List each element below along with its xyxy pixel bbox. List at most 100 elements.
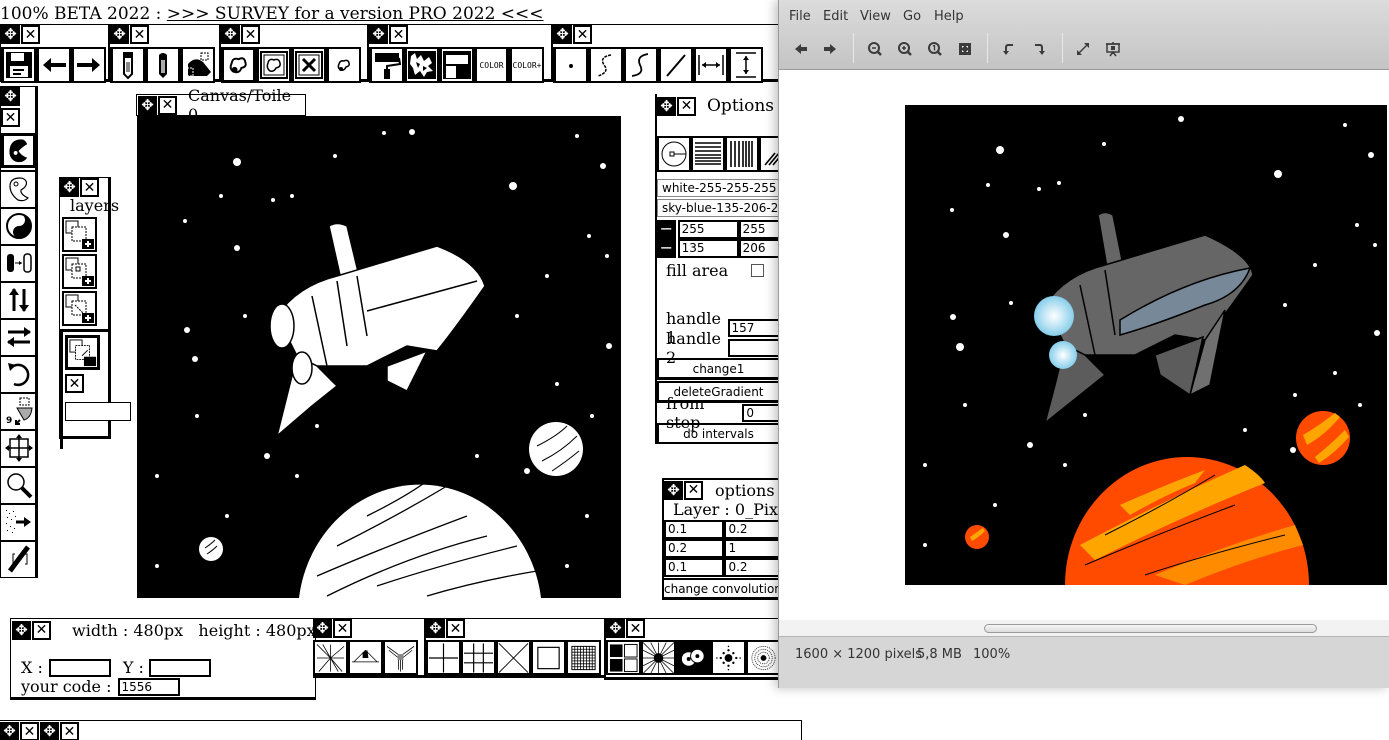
selection-tool-button[interactable] (180, 47, 215, 83)
move-handle-icon[interactable]: ✥ (553, 25, 572, 44)
slideshow-button[interactable] (1102, 38, 1124, 60)
rotate-left-button[interactable] (998, 38, 1020, 60)
close-icon[interactable]: ✕ (626, 619, 645, 638)
menu-edit[interactable]: Edit (823, 9, 848, 24)
handle2-input[interactable] (727, 339, 780, 357)
color-button[interactable]: COLOR (474, 47, 509, 83)
redo-button[interactable] (71, 47, 106, 83)
color2-field[interactable]: sky-blue-135-206-235 (657, 199, 780, 217)
close-icon[interactable]: ✕ (389, 25, 408, 44)
perspective-button[interactable] (348, 640, 383, 675)
checker-squares-button[interactable] (606, 640, 641, 675)
diagonal-lines-button[interactable] (759, 136, 780, 172)
close-icon[interactable]: ✕ (130, 25, 149, 44)
vertical-lines-button[interactable] (725, 136, 759, 172)
move-handle-icon[interactable]: ✥ (369, 25, 388, 44)
rotate-right-button[interactable] (1029, 38, 1051, 60)
color1-r-input[interactable]: 255 (677, 220, 739, 239)
starburst-button[interactable] (641, 640, 676, 675)
circles-dots-button[interactable] (676, 640, 711, 675)
color1-field[interactable]: white-255-255-255 (657, 179, 780, 197)
remove-color1-button[interactable]: − (657, 220, 676, 239)
close-icon[interactable]: ✕ (21, 25, 40, 44)
bucket-fill-button[interactable]: 9 (1, 392, 36, 427)
survey-link[interactable]: >>> SURVEY for a version PRO 2022 <<< (167, 4, 544, 24)
scrollbar-thumb[interactable] (984, 624, 1317, 633)
fill-roller-button[interactable] (439, 47, 474, 83)
horizontal-lines-button[interactable] (691, 136, 725, 172)
dot-pattern-button[interactable] (711, 640, 746, 675)
shape-blob-delete-button[interactable] (291, 47, 326, 83)
zoom-out-button[interactable] (864, 38, 886, 60)
color2-g-input[interactable]: 206 (738, 239, 780, 258)
save-button[interactable] (1, 47, 36, 83)
move-handle-icon[interactable]: ✥ (664, 480, 683, 500)
color-plus-button[interactable]: COLOR+ (509, 47, 544, 83)
kernel-cell[interactable]: 0.2 (724, 520, 782, 539)
color1-g-input[interactable]: 255 (738, 220, 780, 239)
kernel-cell[interactable]: 0.2 (724, 558, 782, 577)
move-handle-icon[interactable]: ✥ (426, 619, 445, 638)
rotate-button[interactable] (1, 355, 36, 390)
close-icon[interactable]: ✕ (1, 108, 20, 127)
flip-horizontal-button[interactable] (1, 318, 36, 353)
fill-area-checkbox[interactable] (751, 263, 765, 277)
close-icon[interactable]: ✕ (677, 96, 696, 116)
best-fit-button[interactable] (954, 38, 976, 60)
close-icon[interactable]: ✕ (684, 480, 703, 500)
grid-2x2-button[interactable] (426, 640, 461, 675)
zoom-in-button[interactable] (894, 38, 916, 60)
y-coordinate-input[interactable] (148, 658, 211, 677)
forward-button[interactable] (819, 38, 841, 60)
radial-gradient-button[interactable] (657, 136, 691, 172)
move-handle-icon[interactable]: ✥ (657, 96, 676, 116)
close-icon[interactable]: ✕ (32, 620, 51, 640)
from-step-input[interactable]: 0 (742, 404, 780, 422)
handle1-input[interactable]: 157 (727, 319, 780, 337)
menu-file[interactable]: File (789, 9, 811, 24)
mirror-copy-button[interactable] (1, 244, 36, 279)
shape-blob-button[interactable] (221, 47, 256, 83)
layer-thumbnail[interactable] (65, 335, 100, 370)
move-handle-icon[interactable]: ✥ (110, 25, 129, 44)
move-handle-icon[interactable]: ✥ (1, 87, 20, 106)
spray-move-button[interactable] (1, 503, 36, 538)
horizontal-distance-button[interactable] (693, 47, 728, 83)
add-layer-selection-button[interactable] (62, 254, 97, 289)
add-layer-button[interactable] (62, 217, 97, 252)
close-icon[interactable]: ✕ (60, 722, 79, 740)
fine-grid-button[interactable] (566, 640, 601, 675)
dot-brush-button[interactable] (553, 47, 588, 83)
square-frame-button[interactable] (531, 640, 566, 675)
yin-yang-button[interactable] (1, 207, 36, 242)
shape-blob-small-button[interactable] (326, 47, 361, 83)
3d-tripod-button[interactable] (383, 640, 418, 675)
move-handle-icon[interactable]: ✥ (221, 25, 240, 44)
close-icon[interactable]: ✕ (80, 178, 99, 197)
kernel-cell[interactable]: 0.2 (664, 539, 725, 558)
undo-button[interactable] (36, 47, 71, 83)
menu-go[interactable]: Go (903, 9, 921, 24)
paint-roller-button[interactable] (369, 47, 404, 83)
move-handle-icon[interactable]: ✥ (1, 25, 20, 44)
pencil-tool-button[interactable] (145, 47, 180, 83)
color2-r-input[interactable]: 135 (677, 239, 739, 258)
close-icon[interactable]: ✕ (241, 25, 260, 44)
back-button[interactable] (790, 38, 812, 60)
code-input[interactable]: 1556 (117, 677, 180, 696)
zoom-button[interactable] (1, 466, 36, 501)
menu-view[interactable]: View (860, 9, 891, 24)
close-icon[interactable]: ✕ (20, 722, 39, 740)
kernel-cell[interactable]: 1 (724, 539, 782, 558)
kernel-cell[interactable]: 0.1 (664, 520, 725, 539)
close-icon[interactable]: ✕ (333, 619, 352, 638)
concentric-octagon-button[interactable] (746, 640, 781, 675)
move-handle-icon[interactable]: ✥ (60, 178, 79, 197)
curve-button[interactable] (623, 47, 658, 83)
horizontal-scrollbar[interactable] (779, 620, 1389, 636)
flip-vertical-button[interactable] (1, 281, 36, 316)
remove-color2-button[interactable]: − (657, 239, 676, 258)
move-handle-icon[interactable]: ✥ (12, 620, 31, 640)
close-icon[interactable]: ✕ (446, 619, 465, 638)
shape-outline-button[interactable] (1, 170, 36, 205)
